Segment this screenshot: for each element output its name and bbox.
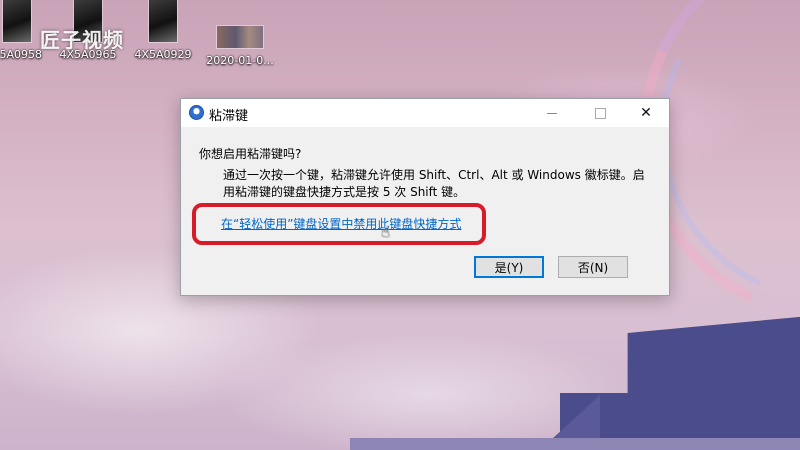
- dialog-titlebar[interactable]: 粘滞键 ✕: [181, 99, 669, 127]
- maximize-icon: [594, 107, 606, 119]
- photo-thumbnail-icon: [149, 0, 177, 42]
- maximize-button[interactable]: [577, 99, 623, 127]
- dialog-title: 粘滞键: [209, 109, 249, 124]
- minimize-button[interactable]: [529, 99, 575, 127]
- yes-button[interactable]: 是(Y): [474, 256, 544, 278]
- video-watermark: 匠子视频: [40, 28, 124, 52]
- disable-shortcut-link[interactable]: 在“轻松使用”键盘设置中禁用此键盘快捷方式: [221, 215, 461, 232]
- close-icon: ✕: [640, 105, 652, 121]
- hand-cursor-icon: ☝: [381, 223, 391, 241]
- dialog-question: 你想启用粘滞键吗?: [199, 147, 302, 161]
- photo-thumbnail-icon: [3, 0, 31, 42]
- no-button[interactable]: 否(N): [558, 256, 628, 278]
- desktop-icon-label: 4X5A0929: [134, 48, 192, 61]
- desktop-icon-2020-01[interactable]: 2020-01-0...: [205, 0, 275, 67]
- photo-thumbnail-icon: [217, 26, 263, 48]
- sticky-keys-dialog: 粘滞键 ✕ 你想启用粘滞键吗? 通过一次按一个键，粘滞键允许使用 Shift、C…: [180, 98, 670, 296]
- desktop-background: X5A0958 4X5A0965 4X5A0929 2020-01-0... 匠…: [0, 0, 800, 450]
- minimize-icon: [547, 112, 557, 114]
- desktop-icon-4x5a0929[interactable]: 4X5A0929: [128, 0, 198, 61]
- close-button[interactable]: ✕: [623, 99, 669, 127]
- wallpaper-ridge: [350, 438, 800, 450]
- dialog-description: 通过一次按一个键，粘滞键允许使用 Shift、Ctrl、Alt 或 Window…: [223, 168, 645, 199]
- ease-of-access-icon: [189, 105, 204, 120]
- desktop-icon-label: 2020-01-0...: [206, 54, 274, 67]
